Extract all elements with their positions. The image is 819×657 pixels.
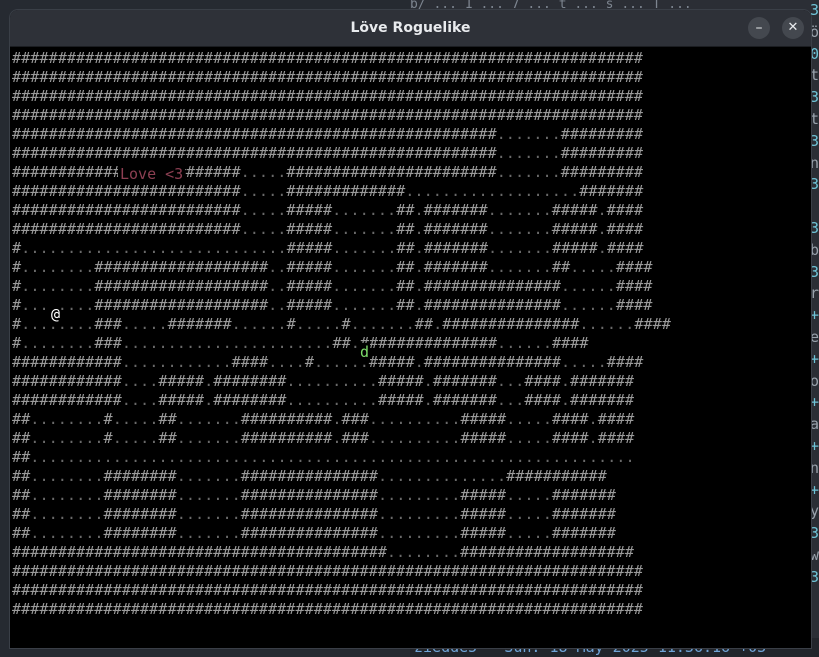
terminal-glyph: 3 [810,524,819,543]
title-bar[interactable]: Löve Roguelike – ✕ [10,10,811,47]
game-window: Löve Roguelike – ✕ #####################… [10,10,811,648]
map-row: ############....#####.########..........… [12,372,635,390]
terminal-glyph: t [810,109,819,128]
terminal-glyph: 0 [810,44,819,63]
terminal-glyph: + [810,393,819,412]
dungeon-map: ########################################… [12,49,671,619]
map-row: ##........########.......###############… [12,467,607,485]
map-row: ########################################… [12,125,644,143]
terminal-glyph: n [810,458,819,477]
map-row: ##......................................… [12,448,635,466]
terminal-glyph: r [810,284,819,303]
map-row: #........###################..#####.....… [12,258,653,276]
terminal-top-line: b/ ... 1 ... 7 ... t ... s ... T ... [410,0,692,10]
terminal-glyph: 3 [810,175,819,194]
map-row: #........###.......................##.##… [12,334,589,352]
terminal-glyph: a [810,415,819,434]
map-row: #........###################..#####.....… [12,296,653,314]
map-row: ########################################… [12,87,643,105]
map-row: ##........########.......###############… [12,524,616,542]
map-row: ########################################… [12,106,643,124]
minimize-button[interactable]: – [748,17,770,39]
terminal-glyph: 3 [810,131,819,150]
window-title: Löve Roguelike [350,20,471,36]
map-row: #########################.....##########… [12,163,644,181]
game-canvas[interactable]: ########################################… [10,47,811,648]
player-character: @ [50,305,62,324]
terminal-glyph: t [810,66,819,85]
terminal-glyph: b [810,240,819,259]
map-row: ##........########.......###############… [12,486,616,504]
map-row: ########################################… [12,562,643,580]
terminal-glyph: + [810,436,819,455]
map-row: ########################################… [12,49,643,67]
map-row: ########################################… [12,600,643,618]
terminal-glyph: o [810,371,819,390]
map-row: #........###################..#####.....… [12,277,653,295]
map-row: ########################################… [12,581,643,599]
terminal-glyph: + [810,349,819,368]
terminal-glyph [810,196,819,218]
terminal-glyph: e [810,327,819,346]
terminal-glyph: n [810,153,819,172]
terminal-glyph: + [810,480,819,499]
terminal-glyph: + [810,306,819,325]
map-row: ############............####....#......#… [12,353,644,371]
map-row: #########################.....#####.....… [12,201,644,219]
map-row: #########################.....#####.....… [12,220,644,238]
map-row: #########################.....##########… [12,182,644,200]
map-row: ########################################… [12,543,634,561]
terminal-glyph: 3 [810,567,819,586]
map-row: ############....#####.########..........… [12,391,635,409]
map-row: ##........########.......###############… [12,505,616,523]
terminal-glyph: w [810,545,819,564]
terminal-glyph: 3 [810,1,819,19]
map-row: #.............................#####.....… [12,239,644,257]
terminal-glyph: 3 [810,262,819,281]
terminal-right-column: 3 ö 0 t 3 t 3 n 3 3 b 3 r + e + o + a + n + y 3 w 3 [810,0,819,657]
map-row: #........###.....#######......#.....#...… [12,315,671,333]
overlay-text: Love <3 [118,165,186,184]
terminal-glyph: y [810,502,819,521]
map-row: ##........#.....##.......##########.###.… [12,410,635,428]
terminal-glyph: ö [810,22,819,41]
monster-dog: d [359,343,371,362]
terminal-glyph: 3 [810,218,819,237]
map-row: ##........#.....##.......##########.###.… [12,429,635,447]
map-row: ########################################… [12,68,643,86]
map-row: ########################################… [12,144,644,162]
terminal-glyph: 3 [810,88,819,107]
close-button[interactable]: ✕ [782,17,804,39]
